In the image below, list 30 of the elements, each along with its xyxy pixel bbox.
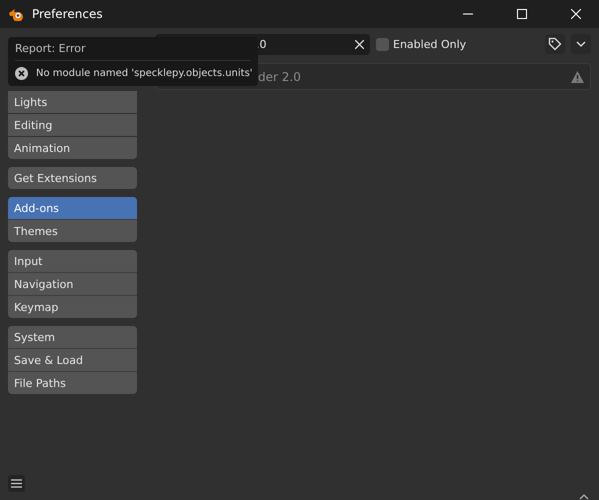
- clear-icon[interactable]: [355, 40, 364, 48]
- enabled-only-checkbox[interactable]: Enabled Only: [376, 38, 466, 50]
- banner-text: der 2.0: [258, 70, 302, 84]
- maximize-icon[interactable]: [517, 9, 527, 19]
- window-title: Preferences: [32, 7, 104, 21]
- sidebar-item[interactable]: Keymap: [8, 296, 137, 318]
- sidebar-item[interactable]: Add-ons: [8, 197, 137, 219]
- dropdown-button[interactable]: [571, 34, 591, 54]
- sidebar-item[interactable]: File Paths: [8, 372, 137, 394]
- sidebar-item[interactable]: Navigation: [8, 273, 137, 295]
- tooltip-title: Report: Error: [15, 37, 251, 61]
- tag-button[interactable]: [545, 34, 565, 54]
- warning-icon: [571, 70, 584, 82]
- close-icon[interactable]: [571, 9, 581, 19]
- chevron-down-icon: [576, 41, 586, 47]
- menu-icon: [11, 479, 22, 488]
- sidebar-item[interactable]: Editing: [8, 114, 137, 136]
- error-icon: [15, 66, 28, 80]
- menu-button[interactable]: [8, 475, 25, 492]
- error-message: No module named 'specklepy.objects.units': [36, 68, 253, 78]
- sidebar-item[interactable]: Themes: [8, 220, 137, 242]
- tag-icon: [548, 37, 562, 51]
- chevron-up-icon[interactable]: [579, 494, 589, 500]
- sidebar-item[interactable]: Get Extensions: [8, 167, 137, 189]
- sidebar-item[interactable]: Lights: [8, 91, 137, 113]
- sidebar-item[interactable]: Animation: [8, 137, 137, 159]
- sidebar-item[interactable]: Save & Load: [8, 349, 137, 371]
- sidebar-item[interactable]: System: [8, 326, 137, 348]
- blender-logo-icon: [8, 7, 24, 21]
- sidebar-item[interactable]: Input: [8, 250, 137, 272]
